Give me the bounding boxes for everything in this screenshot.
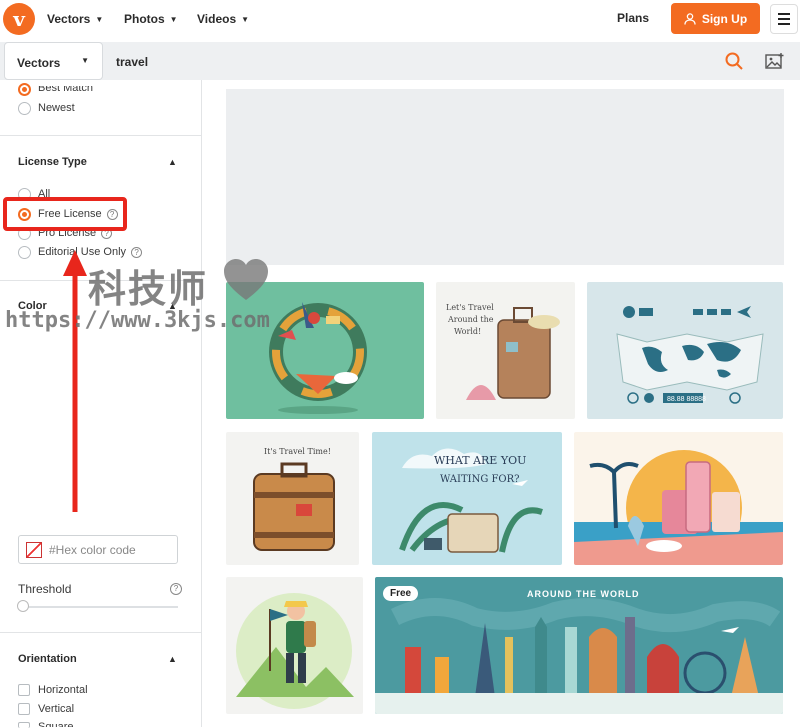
watermark-chinese-text: 科技师	[88, 269, 209, 311]
nav-vectors[interactable]: Vectors ▼	[47, 12, 103, 26]
asset-type-value: Vectors	[17, 56, 61, 70]
chevron-down-icon: ▼	[95, 15, 104, 24]
result-tile[interactable]	[574, 432, 783, 565]
license-editorial-radio[interactable]	[18, 246, 31, 259]
result-tile[interactable]: 88.88 88888	[587, 282, 783, 419]
sort-best-match-label: Best Match	[38, 82, 94, 94]
ad-banner-placeholder	[226, 89, 784, 265]
red-arrow-annotation	[63, 250, 87, 512]
chevron-down-icon: ▼	[241, 15, 250, 24]
orientation-square-label: Square	[38, 721, 74, 727]
divider	[0, 632, 202, 633]
chevron-up-icon[interactable]: ▲	[168, 157, 177, 167]
sign-up-label: Sign Up	[701, 11, 748, 26]
orientation-horizontal-checkbox[interactable]	[18, 684, 30, 696]
world-landmarks-illustration: AROUND THE WORLD	[375, 589, 783, 714]
tile-text: Around the	[447, 315, 494, 324]
free-badge: Free	[383, 586, 419, 601]
chevron-down-icon: ▼	[81, 56, 89, 65]
world-map-illustration: 88.88 88888	[616, 306, 764, 404]
nav-videos-label: Videos	[197, 12, 237, 26]
orientation-square-checkbox[interactable]	[18, 722, 30, 728]
plans-link[interactable]: Plans	[617, 11, 649, 25]
hex-color-placeholder: #Hex color code	[49, 543, 136, 557]
nav-photos-label: Photos	[124, 12, 165, 26]
beach-suitcases-illustration	[574, 450, 783, 565]
orientation-vertical-label: Vertical	[38, 703, 75, 715]
sign-up-button[interactable]: Sign Up	[671, 3, 760, 34]
tile-text: WHAT ARE YOU	[434, 454, 526, 467]
nav-videos[interactable]: Videos ▼	[197, 12, 249, 26]
threshold-label: Threshold	[18, 582, 72, 596]
hiker-illustration	[236, 593, 354, 709]
chevron-up-icon[interactable]: ▲	[168, 654, 177, 664]
travel-time-suitcase-illustration: It's Travel Time!	[253, 447, 335, 551]
result-tile[interactable]: AROUND THE WORLD Free	[375, 577, 783, 714]
waiting-for-illustration: WHAT ARE YOU WAITING FOR?	[399, 448, 543, 553]
top-navigation-bar: v Vectors ▼ Photos ▼ Videos ▼ Plans Sign Up	[0, 0, 800, 40]
result-tile[interactable]: Let's Travel Around the World!	[436, 282, 575, 419]
hex-color-input[interactable]: #Hex color code	[18, 535, 178, 564]
sort-newest-radio[interactable]	[18, 102, 31, 115]
license-type-heading: License Type	[18, 156, 87, 168]
nav-photos[interactable]: Photos ▼	[124, 12, 178, 26]
asset-type-select[interactable]: Vectors ▼	[4, 42, 103, 80]
tile-text: WAITING FOR?	[440, 474, 520, 485]
orientation-heading: Orientation	[18, 653, 77, 665]
result-tile[interactable]: It's Travel Time!	[226, 432, 359, 565]
user-icon	[684, 12, 696, 25]
sort-best-match-radio[interactable]	[18, 83, 31, 96]
sort-newest-label: Newest	[38, 102, 75, 114]
divider	[0, 135, 202, 136]
vecteezy-logo[interactable]: v	[3, 3, 35, 35]
orientation-vertical-checkbox[interactable]	[18, 703, 30, 715]
highlight-annotation-box	[3, 197, 127, 231]
tile-text: World!	[454, 327, 481, 336]
help-icon[interactable]: ?	[131, 247, 143, 258]
hamburger-menu-icon[interactable]	[770, 4, 798, 34]
license-editorial-option[interactable]: Editorial Use Only?	[38, 246, 143, 258]
heart-watermark-icon	[224, 259, 268, 300]
result-tile[interactable]	[226, 577, 363, 714]
image-search-icon[interactable]	[765, 52, 785, 70]
search-bar: Vectors ▼ travel	[0, 42, 800, 80]
search-icon[interactable]	[725, 52, 743, 70]
tile-text: AROUND THE WORLD	[527, 589, 640, 599]
orientation-horizontal-label: Horizontal	[38, 684, 88, 696]
tile-text: 88.88 88888	[667, 396, 706, 403]
help-icon[interactable]: ?	[170, 583, 182, 595]
travel-globe-illustration	[269, 302, 367, 414]
tile-text: It's Travel Time!	[264, 447, 331, 456]
nav-vectors-label: Vectors	[47, 12, 91, 26]
suitcase-illustration: Let's Travel Around the World!	[446, 303, 560, 400]
watermark-url-text: https://www.3kjs.com	[5, 308, 270, 333]
tile-text: Let's Travel	[446, 303, 494, 312]
filter-sidebar: Best Match Newest License Type ▲ All Fre…	[0, 80, 202, 728]
result-tile[interactable]: WHAT ARE YOU WAITING FOR?	[372, 432, 562, 565]
chevron-down-icon: ▼	[169, 15, 178, 24]
threshold-slider-track[interactable]	[18, 606, 178, 608]
result-tile[interactable]	[226, 282, 424, 419]
search-input[interactable]: travel	[116, 55, 148, 69]
threshold-slider-handle[interactable]	[17, 600, 29, 612]
no-color-swatch-icon[interactable]	[26, 542, 42, 558]
